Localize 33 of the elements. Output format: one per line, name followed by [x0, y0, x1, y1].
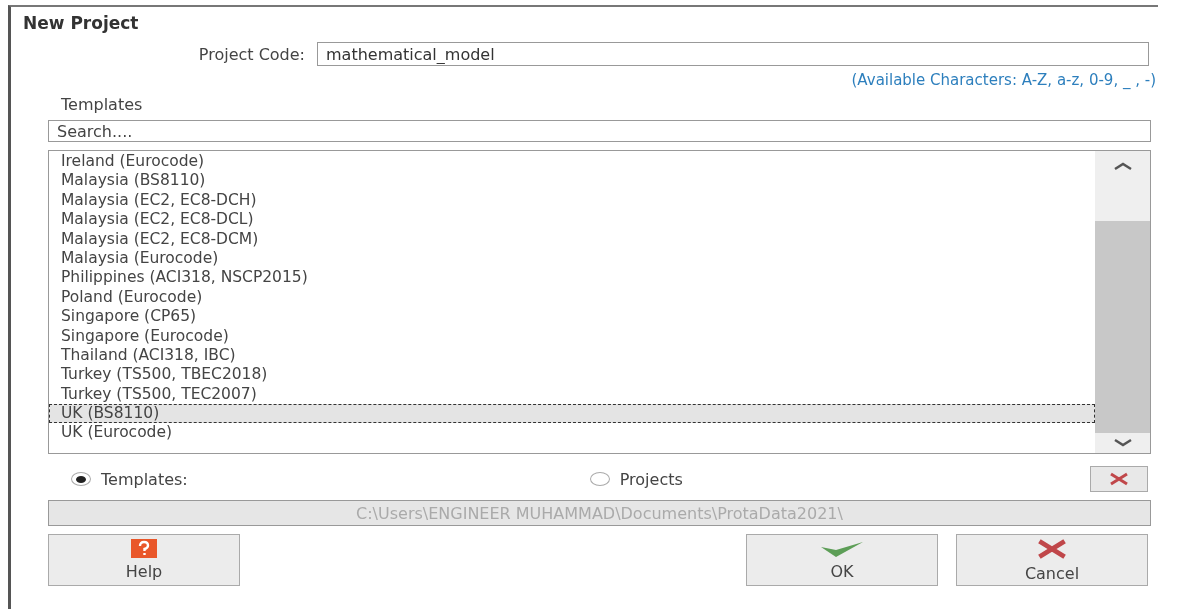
scroll-up-icon[interactable]	[1112, 161, 1133, 171]
checkmark-icon	[820, 539, 864, 558]
template-item[interactable]: Malaysia (BS8110)	[49, 171, 1095, 191]
project-code-label: Project Code:	[197, 44, 306, 64]
template-item[interactable]: Singapore (Eurocode)	[49, 326, 1095, 346]
template-item[interactable]: UK (BS8110)	[49, 404, 1095, 424]
help-button[interactable]: Help	[48, 534, 240, 586]
template-item[interactable]: Turkey (TS500, TBEC2018)	[49, 365, 1095, 385]
clear-button[interactable]	[1090, 466, 1148, 492]
template-item[interactable]: Malaysia (EC2, EC8-DCL)	[49, 210, 1095, 230]
template-item[interactable]: Malaysia (EC2, EC8-DCH)	[49, 190, 1095, 211]
template-item[interactable]: Malaysia (Eurocode)	[49, 248, 1095, 269]
template-item[interactable]: Philippines (ACI318, NSCP2015)	[49, 268, 1095, 288]
window-title: New Project	[22, 13, 140, 35]
template-item[interactable]: UK (Eurocode)	[49, 423, 1095, 443]
scroll-thumb[interactable]	[1095, 221, 1150, 433]
cancel-button[interactable]: Cancel	[956, 534, 1148, 586]
scrollbar[interactable]	[1095, 151, 1150, 453]
scroll-down-icon[interactable]	[1112, 438, 1133, 448]
project-code-field[interactable]: mathematical_model	[317, 42, 1149, 66]
template-item[interactable]: Malaysia (EC2, EC8-DCM)	[49, 229, 1095, 249]
template-item[interactable]: Turkey (TS500, TEC2007)	[49, 384, 1095, 405]
template-item[interactable]: Poland (Eurocode)	[49, 287, 1095, 308]
help-icon	[131, 539, 157, 558]
source-radio[interactable]: Templates:	[71, 469, 188, 489]
source-radio[interactable]: Projects	[589, 469, 683, 489]
search-field[interactable]: Search....	[48, 120, 1151, 142]
ok-button[interactable]: OK	[746, 534, 938, 586]
template-item[interactable]: Singapore (CP65)	[49, 307, 1095, 327]
templates-label: Templates	[61, 95, 144, 114]
hint-text: (Available Characters: A-Z, a-z, 0-9, _ , -)	[851, 71, 1156, 89]
template-item[interactable]: Ireland (Eurocode)	[49, 152, 1095, 172]
template-item[interactable]: Thailand (ACI318, IBC)	[49, 345, 1095, 366]
